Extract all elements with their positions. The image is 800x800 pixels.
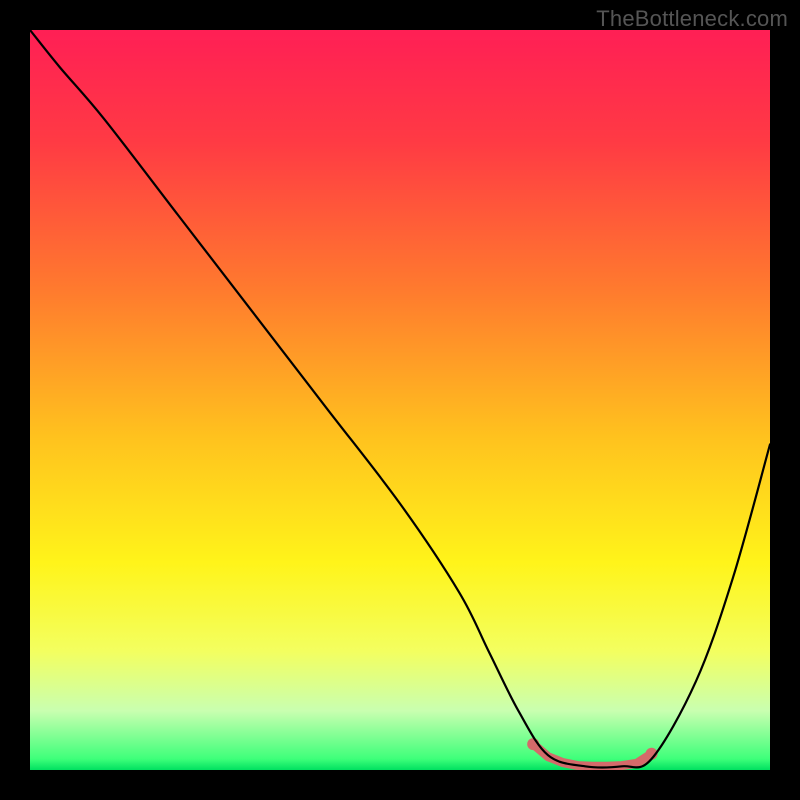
chart-container: TheBottleneck.com bbox=[0, 0, 800, 800]
gradient-background bbox=[30, 30, 770, 770]
plot-area bbox=[30, 30, 770, 770]
watermark-text: TheBottleneck.com bbox=[596, 6, 788, 32]
chart-svg bbox=[30, 30, 770, 770]
